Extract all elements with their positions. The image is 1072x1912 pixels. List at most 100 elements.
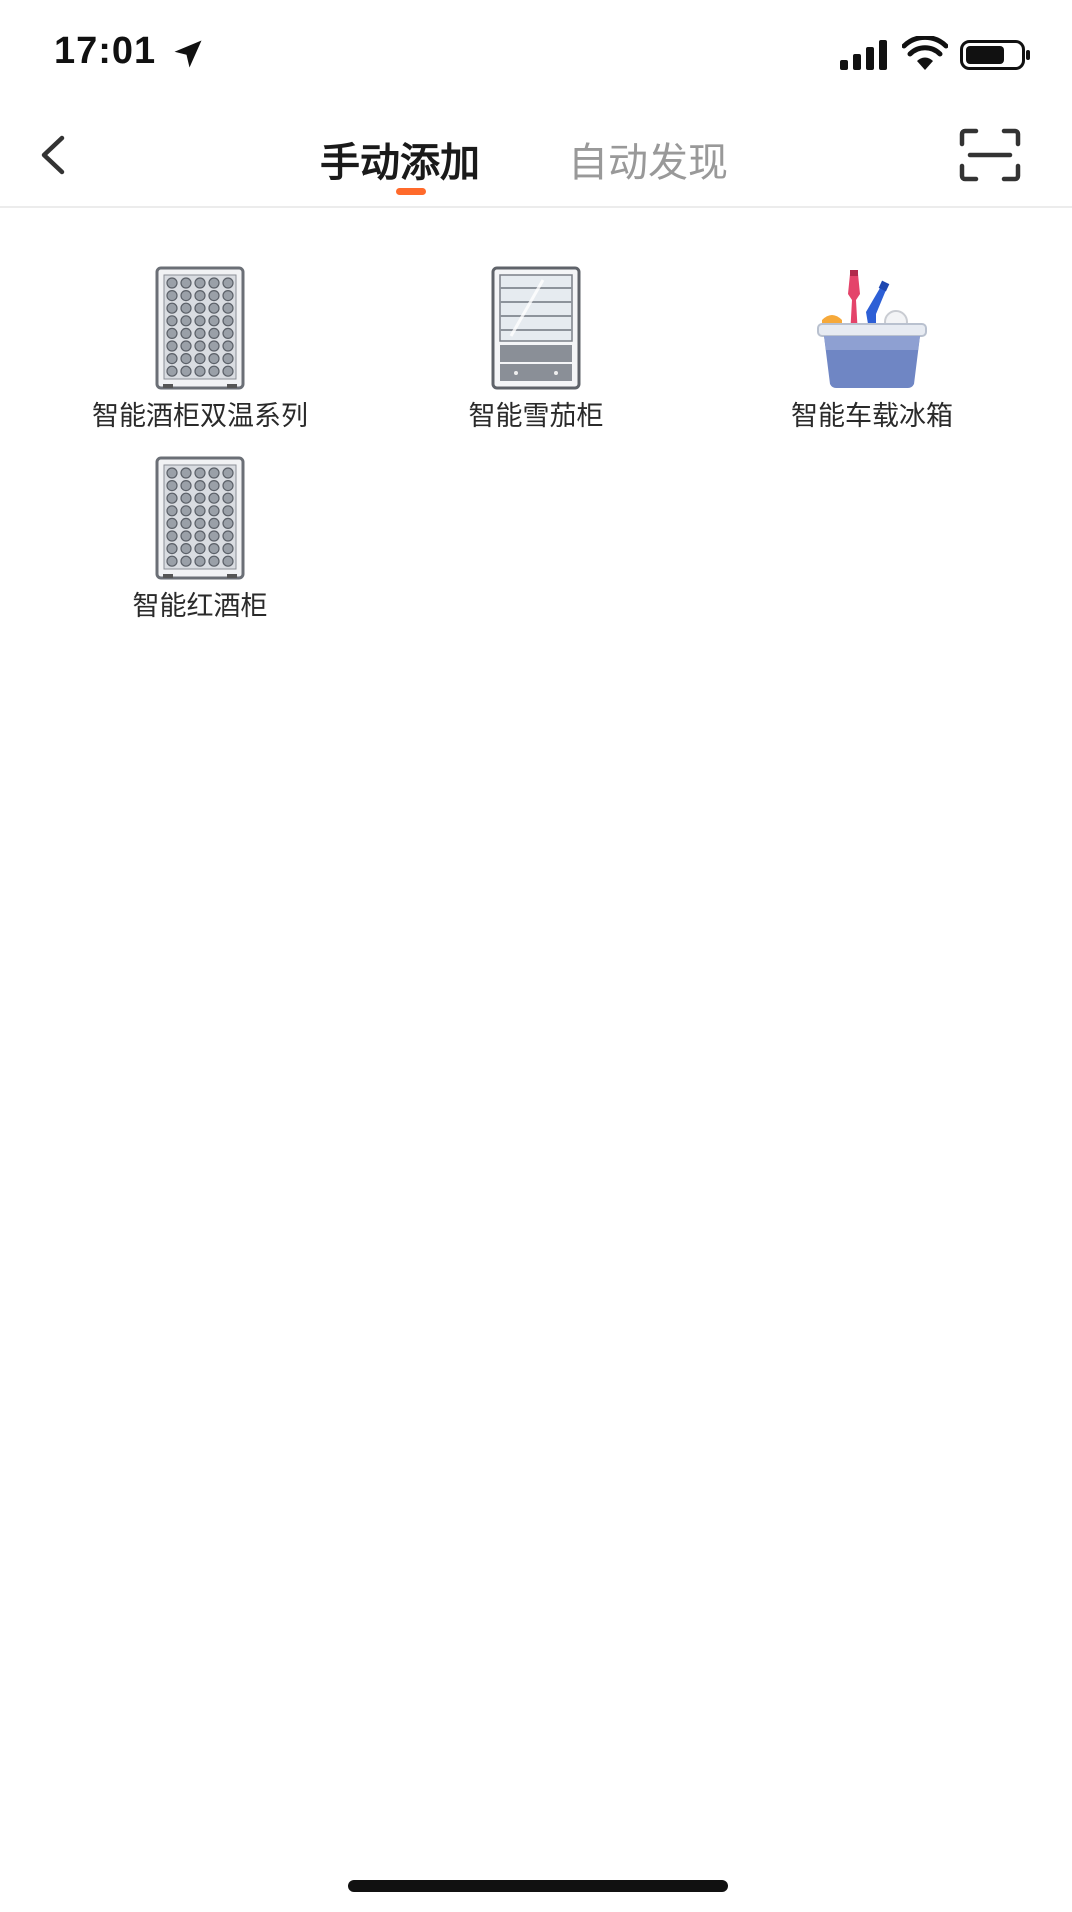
device-label: 智能酒柜双温系列 (92, 401, 308, 432)
bottle-slot (180, 315, 192, 327)
bottle-slot (166, 480, 178, 492)
bottle-slot (180, 277, 192, 289)
bottle-slot (208, 352, 220, 365)
bottle-slot (194, 480, 206, 492)
bottle-slot (166, 492, 178, 504)
tab-manual-add[interactable]: 手动添加 (320, 130, 480, 188)
car-cooler-icon (817, 270, 927, 388)
bottle-slot (208, 555, 220, 567)
bottle-slot (222, 530, 234, 542)
bottle-slot (194, 290, 206, 302)
scan-icon[interactable] (958, 128, 1022, 182)
wifi-icon (902, 36, 948, 70)
bottle-slot (194, 492, 206, 504)
bottle-slot (166, 277, 178, 289)
bottle-slot (208, 505, 220, 517)
chevron-left-icon[interactable] (30, 130, 80, 180)
bottle-slot (222, 492, 234, 504)
bottle-slot (208, 517, 220, 530)
bottle-slot (222, 517, 234, 530)
bottle-slot (194, 352, 206, 365)
bottle-slot (166, 542, 178, 555)
bottle-slot (194, 530, 206, 542)
device-label: 智能雪茄柜 (468, 401, 604, 432)
location-arrow-icon (174, 40, 202, 68)
status-time: 17:01 (54, 30, 157, 72)
bottle-slot (180, 517, 192, 530)
bottle-slot (180, 352, 192, 365)
bottle-slot (222, 505, 234, 517)
bottle-slot (222, 327, 234, 340)
bottle-slot (194, 340, 206, 352)
bottle-slot (166, 530, 178, 542)
bottle-slot (194, 315, 206, 327)
device-item-car-cooler[interactable]: 智能车载冰箱 (707, 266, 1037, 446)
bottle-slot (208, 480, 220, 492)
bottle-slot (194, 542, 206, 555)
active-tab-indicator (396, 188, 426, 195)
bottle-slot (180, 340, 192, 352)
bottle-slot (180, 327, 192, 340)
bottle-slot (166, 467, 178, 479)
bottle-slot (180, 467, 192, 479)
bottle-slot (166, 327, 178, 340)
bottle-slot (208, 315, 220, 327)
bottle-slot (208, 327, 220, 340)
bottle-slot (194, 555, 206, 567)
bottle-slot (194, 365, 206, 377)
bottle-slot (166, 505, 178, 517)
bottle-slot (208, 365, 220, 377)
bottle-slot (222, 480, 234, 492)
bottle-slot (194, 327, 206, 340)
bottle-slot (222, 340, 234, 352)
bottle-slot (208, 492, 220, 504)
bottle-slot (180, 505, 192, 517)
bottle-slot (222, 277, 234, 289)
bottle-slot (222, 315, 234, 327)
tab-auto-discover[interactable]: 自动发现 (568, 130, 728, 188)
wine-cabinet-icon (155, 456, 245, 580)
bottle-slot (166, 315, 178, 327)
device-label: 智能红酒柜 (132, 591, 268, 622)
bottle-slot (222, 467, 234, 479)
wine-cabinet-icon (155, 266, 245, 390)
status-bar: 17:01 (0, 0, 1072, 100)
bottle-slot (208, 340, 220, 352)
bottle-slot (222, 365, 234, 377)
device-item-red-wine-cabinet[interactable]: 智能红酒柜 (35, 456, 365, 636)
bottle-slot (194, 505, 206, 517)
bottle-slot (208, 290, 220, 302)
device-label: 智能车载冰箱 (791, 401, 953, 432)
bottle-slot (194, 517, 206, 530)
bottle-slot (180, 542, 192, 555)
nav-bar: 手动添加 自动发现 (0, 100, 1072, 208)
bottle-slot (208, 302, 220, 314)
bottle-slot (166, 365, 178, 377)
bottle-slot (222, 542, 234, 555)
device-item-wine-cabinet-dual-temp[interactable]: 智能酒柜双温系列 (35, 266, 365, 446)
bottle-slot (166, 340, 178, 352)
bottle-slot (222, 555, 234, 567)
bottle-slot (208, 277, 220, 289)
bottle-slot (180, 480, 192, 492)
cellular-signal-icon (840, 40, 887, 70)
bottle-slot (180, 290, 192, 302)
bottle-slot (222, 290, 234, 302)
bottle-slot (166, 555, 178, 567)
bottle-slot (180, 530, 192, 542)
bottle-slot (194, 467, 206, 479)
cigar-cabinet-icon (491, 266, 581, 390)
bottle-slot (222, 352, 234, 365)
bottle-slot (180, 302, 192, 314)
bottle-slot (166, 517, 178, 530)
bottle-slot (180, 365, 192, 377)
device-item-cigar-cabinet[interactable]: 智能雪茄柜 (371, 266, 701, 446)
bottle-slot (166, 290, 178, 302)
bottle-slot (208, 467, 220, 479)
bottle-slot (194, 302, 206, 314)
bottle-slot (222, 302, 234, 314)
battery-icon (960, 40, 1030, 70)
bottle-slot (208, 530, 220, 542)
bottle-slot (208, 542, 220, 555)
bottle-slot (194, 277, 206, 289)
